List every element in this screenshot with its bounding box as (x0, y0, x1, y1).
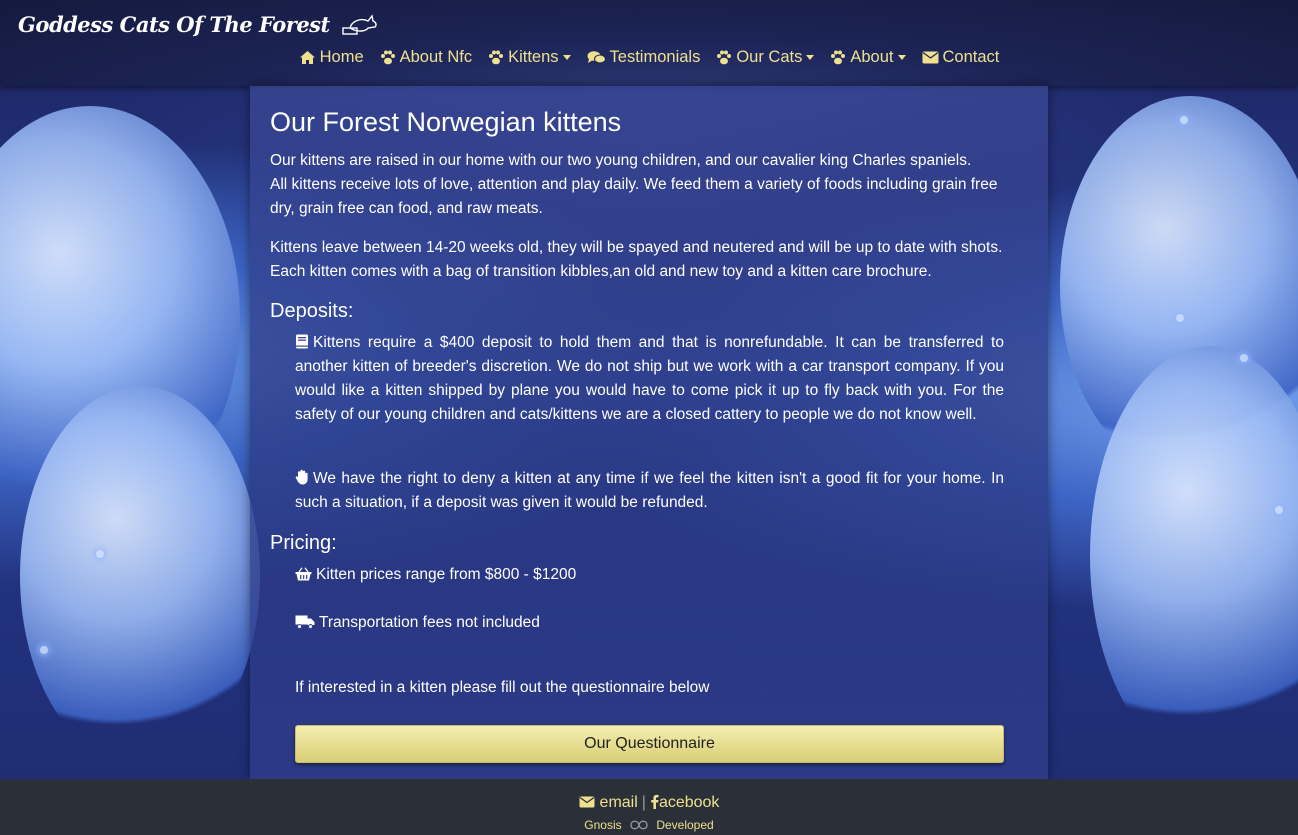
interest-text: If interested in a kitten please fill ou… (295, 679, 710, 696)
pricing-heading: Pricing: (270, 532, 337, 554)
nav-contact[interactable]: Contact (922, 46, 1000, 68)
nav-home[interactable]: Home (299, 46, 364, 68)
nav-about-label[interactable]: About (850, 48, 893, 67)
snowflake (96, 550, 104, 558)
knot-logo-icon (630, 820, 648, 830)
brand-name[interactable]: Goddess Cats Of The Forest (18, 12, 330, 37)
shopping-basket-icon (295, 567, 312, 581)
snowflake (1275, 506, 1283, 514)
footer-email-label[interactable]: email (600, 794, 638, 811)
footer-links: email | acebook (0, 794, 1298, 812)
caret-down-icon (897, 54, 906, 60)
home-icon (299, 50, 315, 64)
main-nav: Home About Nfc Kittens Testimonials Our … (0, 46, 1298, 68)
intro-line-2: All kittens receive lots of love, attent… (270, 176, 998, 193)
intro-line-3: dry, grain free can food, and raw meats. (270, 200, 543, 217)
leave-line-2: Each kitten comes with a bag of transiti… (270, 263, 932, 280)
snowflake (1176, 314, 1184, 322)
caret-down-icon (562, 54, 571, 60)
footer-separator: | (641, 794, 646, 811)
nav-our-cats-dropdown[interactable]: Our Cats (716, 46, 815, 68)
questionnaire-button[interactable]: Our Questionnaire (295, 725, 1004, 763)
nav-about-nfc[interactable]: About Nfc (380, 46, 472, 68)
footer-developer: Gnosis Developed (0, 818, 1298, 832)
deny-paragraph: We have the right to deny a kitten at an… (295, 467, 1004, 515)
navbar: Goddess Cats Of The Forest Home About Nf… (0, 0, 1298, 86)
deposits-heading: Deposits: (270, 300, 354, 322)
nav-testimonials[interactable]: Testimonials (587, 46, 701, 68)
nav-about-nfc-label[interactable]: About Nfc (400, 48, 472, 67)
intro-line-1: Our kittens are raised in our home with … (270, 152, 972, 169)
comments-icon (587, 50, 606, 63)
paw-icon (717, 50, 732, 64)
hand-paper-icon (295, 469, 308, 485)
transport-text: Transportation fees not included (319, 614, 540, 631)
price-item: Kitten prices range from $800 - $1200 (295, 563, 1004, 587)
deposit-paragraph: Kittens require a $400 deposit to hold t… (295, 331, 1004, 427)
deposit-text: Kittens require a $400 deposit to hold t… (295, 334, 1004, 423)
paw-icon (380, 50, 395, 64)
paw-icon (831, 50, 846, 64)
developer-label: Developed (656, 818, 714, 832)
paw-icon (489, 50, 504, 64)
truck-icon (295, 615, 315, 629)
envelope-icon (922, 51, 938, 63)
snowflake (1180, 116, 1188, 124)
nav-kittens-label[interactable]: Kittens (508, 48, 558, 67)
cat-logo-icon (342, 14, 377, 35)
book-icon (296, 334, 308, 349)
facebook-icon (651, 794, 659, 809)
nav-testimonials-label[interactable]: Testimonials (610, 48, 701, 67)
nav-contact-label[interactable]: Contact (943, 48, 1000, 67)
leave-line-1: Kittens leave between 14-20 weeks old, t… (270, 239, 1003, 256)
snowflake (1240, 354, 1248, 362)
footer-email-link[interactable]: email (579, 794, 638, 811)
developer-name: Gnosis (584, 818, 622, 832)
caret-down-icon (806, 54, 815, 60)
nav-home-label[interactable]: Home (320, 48, 364, 67)
page-title: Our Forest Norwegian kittens (270, 107, 622, 137)
snow-tree-left-lower (20, 386, 260, 766)
footer-facebook-link[interactable]: acebook (650, 794, 720, 811)
brand[interactable]: Goddess Cats Of The Forest (18, 9, 380, 39)
transport-item: Transportation fees not included (295, 611, 1004, 635)
deny-text: We have the right to deny a kitten at an… (295, 470, 1004, 511)
envelope-icon (579, 796, 595, 808)
nav-about-dropdown[interactable]: About (830, 46, 906, 68)
price-text: Kitten prices range from $800 - $1200 (316, 566, 577, 583)
snowflake (40, 646, 48, 654)
nav-kittens-dropdown[interactable]: Kittens (488, 46, 571, 68)
footer-facebook-label[interactable]: acebook (659, 794, 720, 811)
nav-our-cats-label[interactable]: Our Cats (736, 48, 802, 67)
footer: email | acebook Gnosis Developed (0, 779, 1298, 835)
